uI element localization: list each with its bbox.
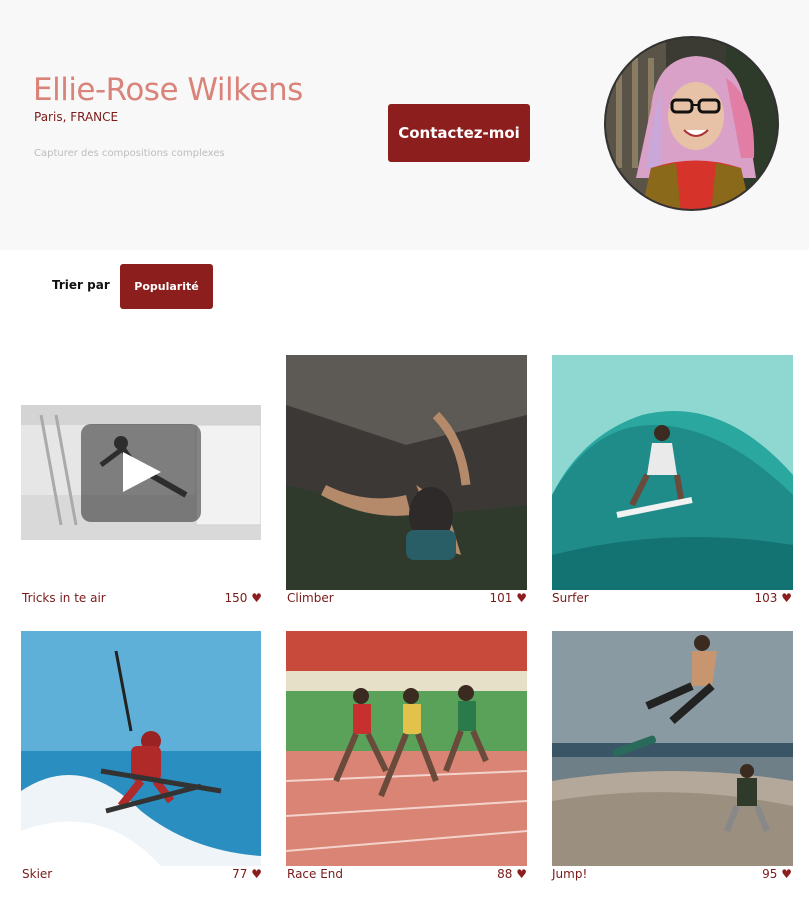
- card-thumbnail-tricks[interactable]: [21, 405, 261, 540]
- card-thumbnail-race-end[interactable]: [286, 631, 527, 866]
- card-meta: Race End 88 ♥: [287, 867, 527, 883]
- profile-header: Ellie-Rose Wilkens Paris, FRANCE Capture…: [0, 0, 809, 250]
- card-meta: Climber 101 ♥: [287, 591, 527, 607]
- like-count[interactable]: 101 ♥: [490, 591, 528, 605]
- like-count[interactable]: 77 ♥: [232, 867, 262, 881]
- card-thumbnail-skier[interactable]: [21, 631, 261, 866]
- heart-icon: ♥: [781, 591, 792, 605]
- avatar-image: [606, 38, 777, 209]
- card-title: Jump!: [552, 867, 588, 881]
- play-icon: [123, 452, 161, 492]
- card-thumbnail-jump[interactable]: [552, 631, 793, 866]
- card-meta: Surfer 103 ♥: [552, 591, 792, 607]
- like-count-value: 88: [497, 867, 513, 881]
- card-title: Tricks in te air: [22, 591, 106, 605]
- contact-button[interactable]: Contactez-moi: [388, 104, 530, 162]
- card-title: Climber: [287, 591, 334, 605]
- heart-icon: ♥: [251, 867, 262, 881]
- like-count[interactable]: 150 ♥: [225, 591, 263, 605]
- card-title: Race End: [287, 867, 344, 881]
- heart-icon: ♥: [251, 591, 262, 605]
- card-meta: Jump! 95 ♥: [552, 867, 792, 883]
- like-count-value: 150: [224, 591, 248, 605]
- heart-icon: ♥: [516, 591, 527, 605]
- like-count[interactable]: 88 ♥: [497, 867, 527, 881]
- profile-name: Ellie-Rose Wilkens: [33, 72, 303, 108]
- card-image: [286, 631, 527, 866]
- card-meta: Skier 77 ♥: [22, 867, 262, 883]
- profile-location: Paris, FRANCE: [34, 110, 119, 124]
- play-button[interactable]: [81, 424, 201, 522]
- sort-label: Trier par: [52, 278, 110, 292]
- like-count-value: 101: [489, 591, 513, 605]
- like-count[interactable]: 95 ♥: [762, 867, 792, 881]
- card-image: [552, 355, 793, 590]
- like-count[interactable]: 103 ♥: [755, 591, 793, 605]
- heart-icon: ♥: [781, 867, 792, 881]
- heart-icon: ♥: [516, 867, 527, 881]
- card-image: [286, 355, 527, 590]
- card-thumbnail-climber[interactable]: [286, 355, 527, 590]
- sort-popularity-button[interactable]: Popularité: [120, 264, 213, 309]
- card-title: Skier: [22, 867, 53, 881]
- like-count-value: 95: [762, 867, 778, 881]
- profile-tagline: Capturer des compositions complexes: [34, 148, 225, 159]
- card-image: [21, 631, 261, 866]
- like-count-value: 103: [754, 591, 778, 605]
- card-title: Surfer: [552, 591, 589, 605]
- card-image: [552, 631, 793, 866]
- card-thumbnail-surfer[interactable]: [552, 355, 793, 590]
- avatar: [604, 36, 779, 211]
- card-meta: Tricks in te air 150 ♥: [22, 591, 262, 607]
- like-count-value: 77: [232, 867, 248, 881]
